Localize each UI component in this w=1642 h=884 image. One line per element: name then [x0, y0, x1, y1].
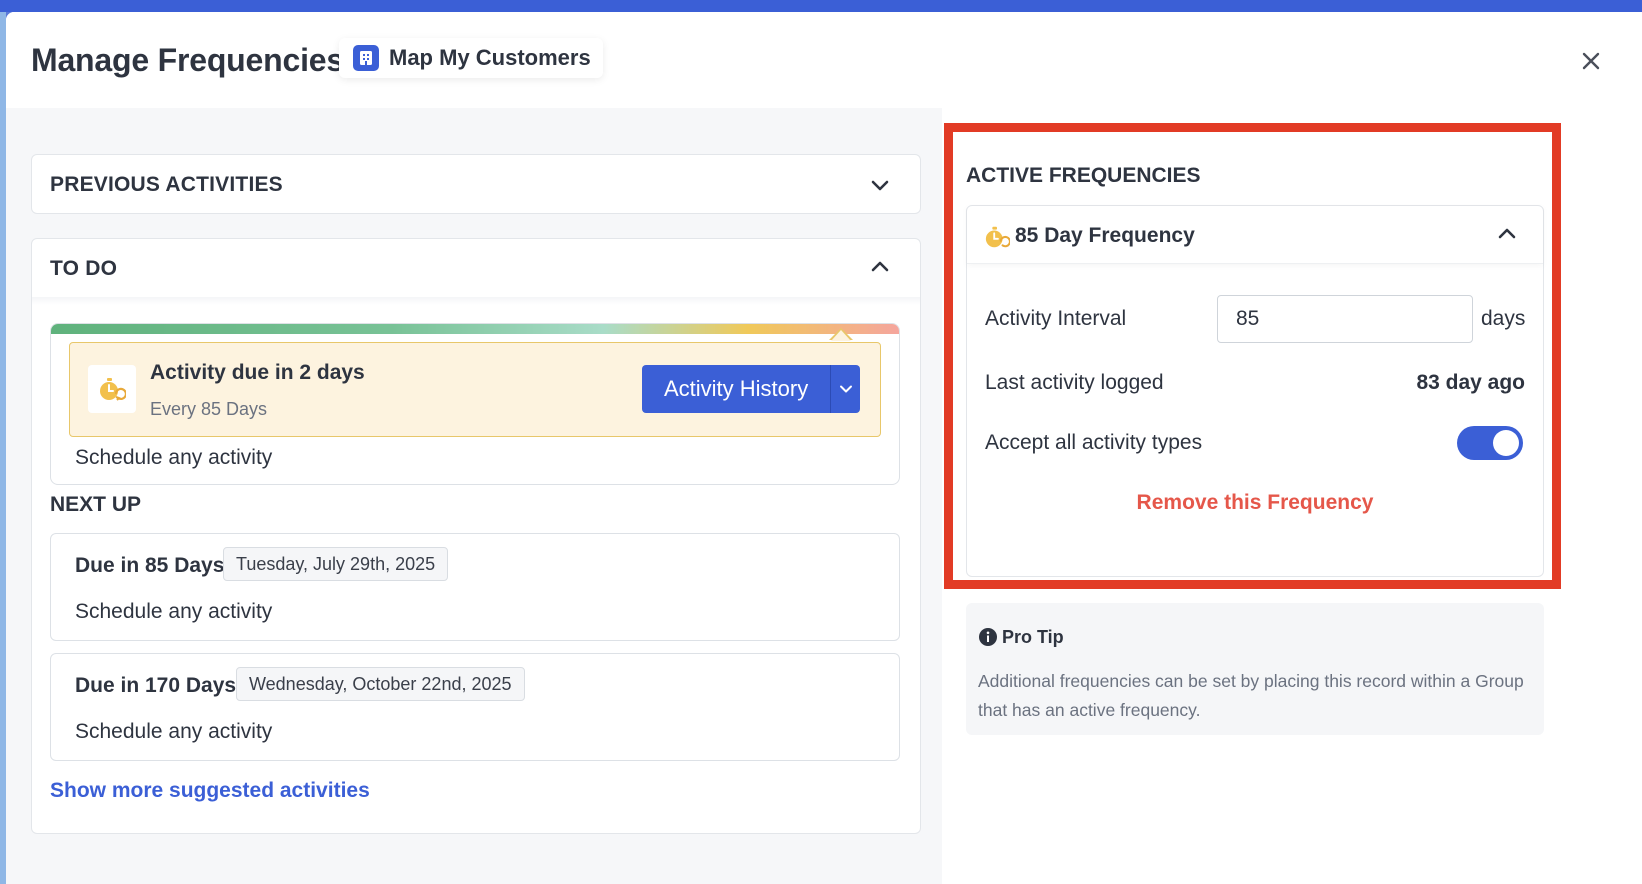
- top-accent-bar: [0, 0, 1642, 12]
- chevron-up-icon[interactable]: [868, 255, 892, 279]
- manage-frequencies-modal: Manage Frequencies Map My Customers PREV…: [6, 12, 1642, 884]
- info-icon: [979, 628, 997, 646]
- last-activity-label: Last activity logged: [985, 371, 1164, 394]
- accept-types-label: Accept all activity types: [985, 431, 1203, 454]
- show-more-link[interactable]: Show more suggested activities: [50, 779, 370, 803]
- next-up-title: Due in 170 Days: [75, 674, 237, 697]
- next-up-schedule: Schedule any activity: [75, 600, 273, 623]
- activity-history-button[interactable]: Activity History: [642, 365, 831, 413]
- due-progress-gradient: [51, 324, 899, 334]
- due-activity-card: Activity due in 2 days Every 85 Days Act…: [50, 323, 900, 485]
- chevron-down-icon[interactable]: [868, 173, 892, 197]
- record-chip[interactable]: Map My Customers: [339, 38, 603, 78]
- modal-header: Manage Frequencies Map My Customers: [6, 12, 1642, 108]
- next-up-heading: NEXT UP: [50, 493, 142, 516]
- building-icon: [353, 45, 379, 71]
- section-divider: [32, 297, 920, 305]
- due-schedule-text: Schedule any activity: [75, 446, 273, 469]
- pro-tip-title: Pro Tip: [1002, 627, 1064, 647]
- stopwatch-icon: [88, 365, 136, 413]
- chevron-down-icon: [839, 385, 852, 393]
- record-name: Map My Customers: [389, 45, 591, 70]
- previous-activities-heading: PREVIOUS ACTIVITIES: [50, 173, 283, 196]
- date-chip: Tuesday, July 29th, 2025: [223, 547, 449, 581]
- remove-frequency-button[interactable]: Remove this Frequency: [967, 491, 1543, 515]
- stopwatch-icon: [985, 226, 1010, 248]
- todo-heading: TO DO: [50, 257, 118, 280]
- page-title: Manage Frequencies: [31, 42, 344, 78]
- frequency-title: 85 Day Frequency: [1015, 224, 1195, 247]
- date-chip: Wednesday, October 22nd, 2025: [236, 667, 525, 701]
- due-progress-marker-fill: [831, 330, 851, 341]
- frequency-card: 85 Day Frequency Activity Interval days …: [966, 205, 1544, 577]
- pro-tip-text: Additional frequencies can be set by pla…: [978, 671, 1524, 720]
- due-title: Activity due in 2 days: [150, 361, 365, 384]
- todo-panel: TO DO Activity due in 2 days Every 85 Da…: [31, 238, 921, 834]
- toggle-knob: [1493, 430, 1519, 456]
- pro-tip-box: Pro Tip Additional frequencies can be se…: [966, 603, 1544, 735]
- next-up-title: Due in 85 Days: [75, 554, 225, 577]
- interval-unit: days: [1481, 307, 1526, 330]
- chevron-up-icon[interactable]: [1495, 222, 1519, 246]
- next-up-item: Due in 170 Days Wednesday, October 22nd,…: [50, 653, 900, 761]
- next-up-item: Due in 85 Days Tuesday, July 29th, 2025 …: [50, 533, 900, 641]
- last-activity-value: 83 day ago: [1416, 371, 1525, 394]
- frequency-card-header[interactable]: 85 Day Frequency: [967, 206, 1543, 264]
- next-up-schedule: Schedule any activity: [75, 720, 273, 743]
- interval-label: Activity Interval: [985, 307, 1127, 330]
- activity-history-dropdown-button[interactable]: [830, 365, 861, 413]
- accept-types-toggle[interactable]: [1457, 426, 1523, 460]
- due-recurrence: Every 85 Days: [150, 399, 268, 419]
- previous-activities-panel[interactable]: PREVIOUS ACTIVITIES: [31, 154, 921, 214]
- active-frequencies-heading: ACTIVE FREQUENCIES: [966, 164, 1201, 187]
- interval-input[interactable]: [1217, 295, 1473, 343]
- activity-history-split-button: Activity History: [642, 365, 861, 413]
- close-button[interactable]: [1576, 46, 1606, 76]
- close-icon: [1582, 52, 1600, 70]
- due-activity-callout: Activity due in 2 days Every 85 Days Act…: [69, 342, 881, 437]
